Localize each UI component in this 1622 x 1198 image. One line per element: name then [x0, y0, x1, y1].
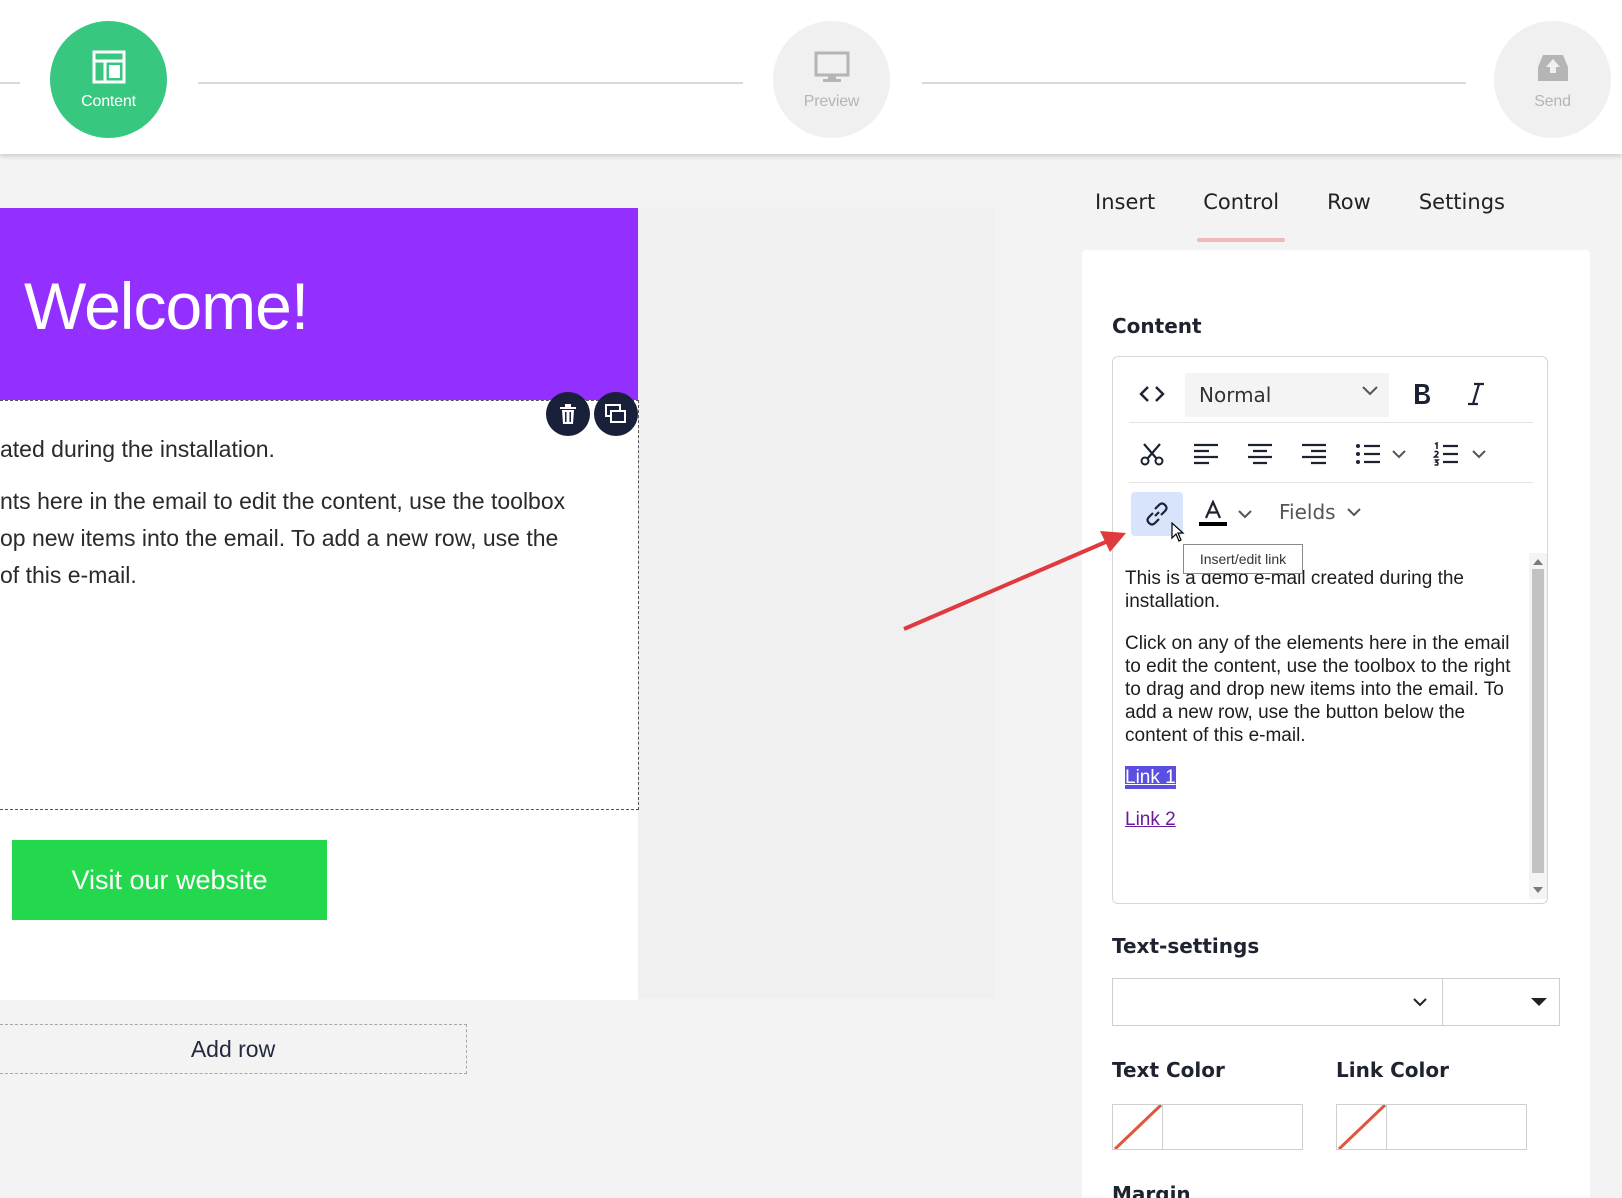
- numbered-list-button[interactable]: [1423, 432, 1469, 476]
- code-icon: [1139, 386, 1165, 402]
- italic-icon: [1468, 382, 1484, 406]
- chevron-down-icon: [1392, 450, 1406, 459]
- margin-label: Margin: [1112, 1182, 1191, 1198]
- no-color-swatch-icon: [1337, 1105, 1387, 1149]
- toolbar-row: Normal: [1129, 365, 1533, 423]
- delete-row-button[interactable]: [546, 392, 590, 436]
- tab-settings[interactable]: Settings: [1419, 190, 1505, 230]
- align-right-icon: [1302, 443, 1326, 465]
- layout-icon: [92, 50, 125, 83]
- step-content[interactable]: Content: [50, 21, 167, 138]
- email-preview: Welcome! ated during the installation. n…: [0, 208, 639, 1000]
- italic-button[interactable]: [1453, 372, 1499, 416]
- toolbar-row: [1129, 425, 1533, 483]
- email-body-line: nts here in the email to edit the conten…: [0, 488, 566, 514]
- align-right-button[interactable]: [1291, 432, 1337, 476]
- step-preview[interactable]: Preview: [773, 21, 890, 138]
- email-header-row[interactable]: Welcome!: [0, 208, 638, 400]
- trash-icon: [560, 404, 576, 424]
- cut-button[interactable]: [1129, 432, 1175, 476]
- chevron-down-icon: [1346, 508, 1361, 517]
- step-label: Send: [1534, 92, 1571, 110]
- rich-text-editor: Normal Fields This is a demo e-mail crea…: [1112, 356, 1548, 904]
- email-body-line: op new items into the email. To add a ne…: [0, 525, 559, 551]
- numbered-list-icon: [1433, 442, 1458, 466]
- font-size-select[interactable]: [1442, 978, 1560, 1026]
- text-color-picker[interactable]: [1112, 1104, 1303, 1150]
- align-center-icon: [1248, 443, 1272, 465]
- add-row-button[interactable]: Add row: [0, 1024, 467, 1074]
- bold-button[interactable]: [1399, 372, 1445, 416]
- text-color-label: Text Color: [1112, 1058, 1225, 1082]
- block-format-select[interactable]: Normal: [1185, 373, 1389, 417]
- email-text-block[interactable]: ated during the installation. nts here i…: [0, 400, 639, 810]
- email-body-line: of this e-mail.: [0, 562, 137, 588]
- chevron-down-icon: [1413, 998, 1427, 1007]
- scroll-up-arrow[interactable]: [1533, 559, 1543, 565]
- numbered-list-dropdown[interactable]: [1467, 432, 1491, 476]
- duplicate-row-button[interactable]: [594, 392, 638, 436]
- stepper-line: [922, 82, 1466, 84]
- editor-link-2[interactable]: Link 2: [1125, 808, 1176, 831]
- align-left-button[interactable]: [1183, 432, 1229, 476]
- editor-paragraph: Click on any of the elements here in the…: [1125, 633, 1511, 746]
- step-label: Content: [81, 92, 136, 110]
- text-color-button[interactable]: [1193, 492, 1233, 536]
- tab-row[interactable]: Row: [1327, 190, 1371, 230]
- font-family-select[interactable]: [1112, 978, 1443, 1026]
- toolbar-row: Fields: [1129, 485, 1533, 543]
- fields-label: Fields: [1279, 500, 1336, 524]
- fields-dropdown[interactable]: Fields: [1279, 500, 1362, 524]
- chevron-down-icon: [1362, 386, 1378, 396]
- scissors-icon: [1140, 443, 1164, 466]
- email-body-line: ated during the installation.: [0, 436, 275, 462]
- tab-insert[interactable]: Insert: [1095, 190, 1155, 230]
- chevron-down-icon: [1472, 450, 1486, 459]
- step-label: Preview: [803, 92, 860, 110]
- wizard-stepper: Content Preview Send: [0, 0, 1622, 154]
- text-color-dropdown[interactable]: [1233, 492, 1257, 536]
- panel-tabs: Insert Control Row Settings: [1095, 190, 1553, 242]
- copy-icon: [605, 404, 626, 423]
- link-color-picker[interactable]: [1336, 1104, 1527, 1150]
- stepper-line: [198, 82, 743, 84]
- bullet-list-button[interactable]: [1345, 432, 1391, 476]
- email-header-title[interactable]: Welcome!: [24, 268, 309, 344]
- text-color-icon: [1199, 500, 1227, 526]
- stepper-line: [0, 82, 20, 84]
- bold-icon: [1415, 384, 1430, 404]
- bullet-list-icon: [1356, 444, 1380, 464]
- mouse-cursor-icon: [1171, 522, 1185, 542]
- caret-down-icon: [1531, 998, 1547, 1006]
- scroll-down-arrow[interactable]: [1533, 887, 1543, 893]
- no-color-swatch-icon: [1113, 1105, 1163, 1149]
- bullet-list-dropdown[interactable]: [1387, 432, 1411, 476]
- editor-content-area[interactable]: This is a demo e-mail created during the…: [1113, 553, 1531, 903]
- editor-link-1[interactable]: Link 1: [1125, 766, 1176, 789]
- editor-scrollbar[interactable]: [1529, 553, 1547, 899]
- scroll-thumb[interactable]: [1532, 569, 1544, 873]
- link-tooltip: Insert/edit link: [1183, 544, 1303, 574]
- align-center-button[interactable]: [1237, 432, 1283, 476]
- link-color-label: Link Color: [1336, 1058, 1449, 1082]
- monitor-icon: [814, 51, 849, 82]
- control-panel: Content Normal Fields This is a demo e-m…: [1082, 250, 1590, 1198]
- content-section-label: Content: [1112, 314, 1202, 338]
- block-format-value: Normal: [1199, 383, 1272, 407]
- visit-website-button[interactable]: Visit our website: [12, 840, 327, 920]
- send-upload-icon: [1537, 54, 1568, 81]
- step-send[interactable]: Send: [1494, 21, 1611, 138]
- link-icon: [1146, 502, 1168, 526]
- source-code-button[interactable]: [1129, 372, 1175, 416]
- text-settings-label: Text-settings: [1112, 934, 1260, 958]
- chevron-down-icon: [1238, 510, 1252, 519]
- align-left-icon: [1194, 443, 1218, 465]
- tab-control[interactable]: Control: [1197, 190, 1286, 242]
